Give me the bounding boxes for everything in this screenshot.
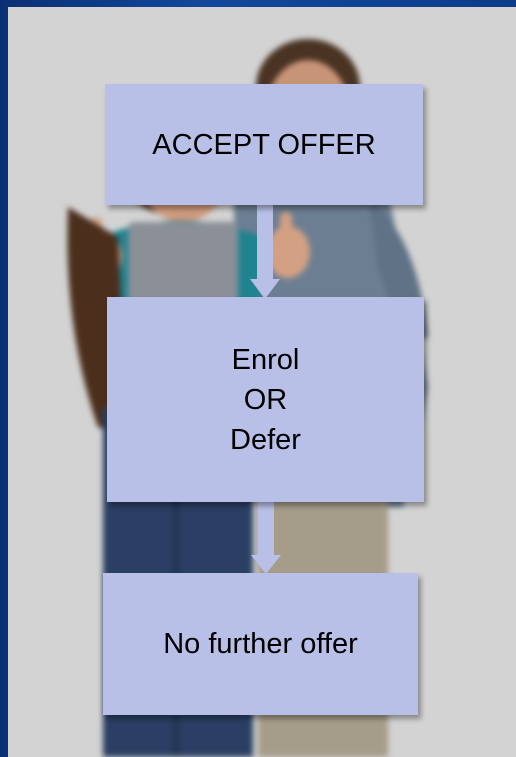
defer-label: Defer	[230, 423, 301, 456]
no-further-offer-label: No further offer	[163, 628, 358, 660]
arrow-accept-to-enrol	[250, 203, 280, 299]
enrol-label: Enrol	[231, 343, 300, 376]
no-further-offer-box: No further offer	[103, 573, 418, 715]
arrow-enrol-to-nofurther	[251, 500, 281, 574]
or-label: OR	[243, 383, 288, 416]
accept-offer-label: ACCEPT OFFER	[152, 128, 376, 161]
enrol-or-defer-box: Enrol OR Defer	[107, 297, 424, 502]
slide-frame: ACCEPT OFFER Enrol OR Defer No further o…	[0, 0, 516, 757]
accept-offer-box: ACCEPT OFFER	[105, 84, 423, 205]
content-panel: ACCEPT OFFER Enrol OR Defer No further o…	[8, 7, 516, 757]
